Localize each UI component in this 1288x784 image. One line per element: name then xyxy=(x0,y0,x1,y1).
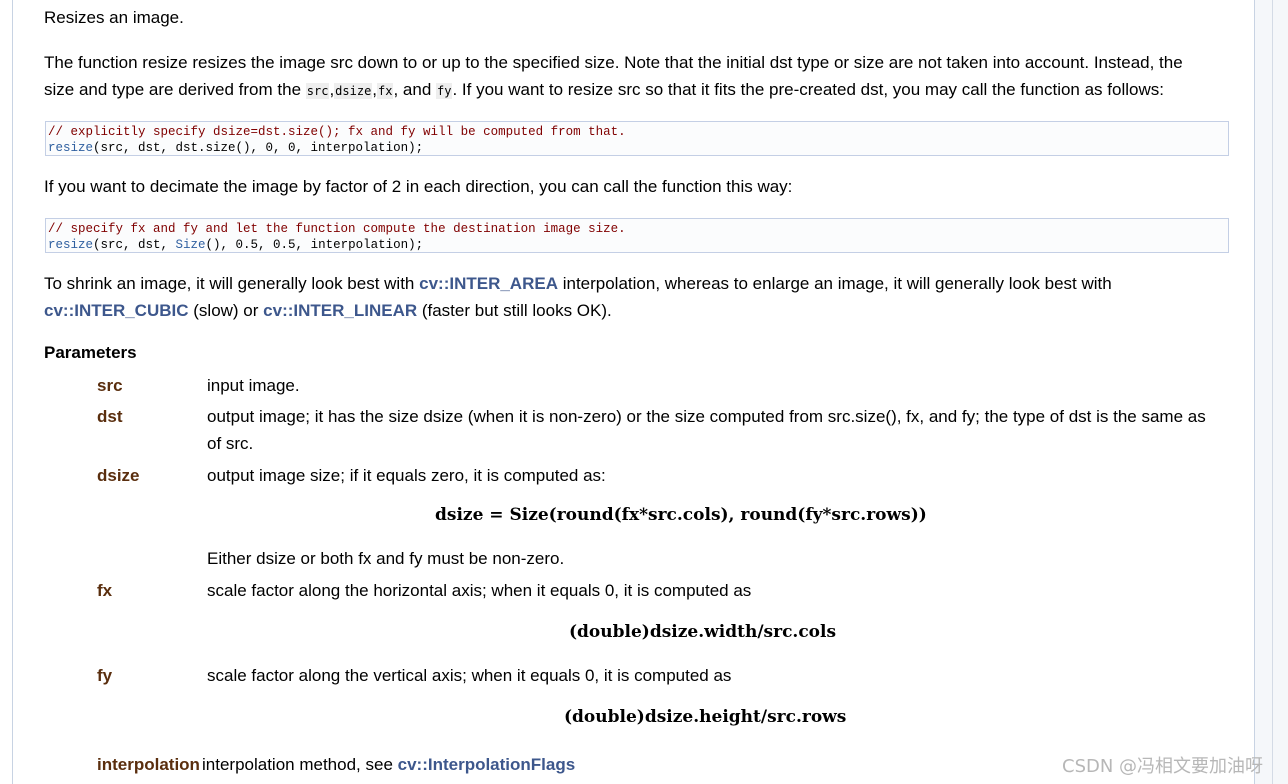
param-desc-fx: scale factor along the horizontal axis; … xyxy=(207,581,752,600)
code-text: (), 0.5, 0.5, interpolation); xyxy=(205,238,424,252)
text-span: (faster but still looks OK). xyxy=(417,301,612,320)
code-block: // explicitly specify dsize=dst.size(); … xyxy=(45,121,1229,156)
inter-linear-link[interactable]: cv::INTER_LINEAR xyxy=(263,301,417,320)
param-desc-dsize: output image size; if it equals zero, it… xyxy=(207,466,606,485)
code-comment: // specify fx and fy and let the functio… xyxy=(48,222,626,236)
dsize-formula: dsize = Size(round(fx*src.cols), round(f… xyxy=(435,505,927,525)
inline-code-fy: fy xyxy=(436,83,453,99)
code-line: resize(src, dst, dst.size(), 0, 0, inter… xyxy=(48,140,1228,156)
gutter-divider xyxy=(1272,0,1273,784)
param-desc-dst: output image; it has the size dsize (whe… xyxy=(207,407,1206,426)
fy-formula: (double)dsize.height/src.rows xyxy=(564,707,847,727)
paragraph-line: The function resize resizes the image sr… xyxy=(44,53,1183,72)
size-class-link[interactable]: Size xyxy=(176,238,206,252)
content-left-border xyxy=(12,0,13,784)
text-span: interpolation, whereas to enlarge an ima… xyxy=(557,274,1112,293)
inline-code-src: src xyxy=(305,83,330,99)
param-name-interpolation: interpolation xyxy=(97,755,200,774)
param-note-dsize: Either dsize or both fx and fy must be n… xyxy=(207,549,565,568)
code-text: (src, dst, xyxy=(93,238,176,252)
param-name-src: src xyxy=(97,376,123,395)
code-line: resize(src, dst, Size(), 0.5, 0.5, inter… xyxy=(48,237,1228,253)
watermark: CSDN @冯相文要加油呀 xyxy=(1062,756,1264,777)
text-span: . If you want to resize src so that it f… xyxy=(452,80,1164,99)
param-name-fy: fy xyxy=(97,666,113,685)
resize-function-link[interactable]: resize xyxy=(48,238,93,252)
param-desc-interpolation: interpolation method, see cv::Interpolat… xyxy=(202,751,575,778)
inter-cubic-link[interactable]: cv::INTER_CUBIC xyxy=(44,301,189,320)
paragraph-line: cv::INTER_CUBIC (slow) or cv::INTER_LINE… xyxy=(44,297,612,324)
paragraph: If you want to decimate the image by fac… xyxy=(44,177,793,196)
text-span: To shrink an image, it will generally lo… xyxy=(44,274,420,293)
fx-formula: (double)dsize.width/src.cols xyxy=(569,622,837,642)
param-desc-dst-cont: of src. xyxy=(207,434,254,453)
brief-description: Resizes an image. xyxy=(44,8,184,27)
paragraph-line: To shrink an image, it will generally lo… xyxy=(44,270,1112,297)
param-name-dsize: dsize xyxy=(97,466,140,485)
code-comment: // explicitly specify dsize=dst.size(); … xyxy=(48,125,626,139)
paragraph-line: size and type are derived from the src,d… xyxy=(44,76,1164,105)
text-span: (slow) or xyxy=(188,301,264,320)
text-span: interpolation method, see xyxy=(202,755,398,774)
param-desc-src: input image. xyxy=(207,376,300,395)
code-text: (src, dst, dst.size(), 0, 0, interpolati… xyxy=(93,141,424,155)
text-span: size and type are derived from the xyxy=(44,80,306,99)
inline-code-fx: fx xyxy=(377,83,394,99)
text-span: , and xyxy=(393,80,437,99)
interpolation-flags-link[interactable]: cv::InterpolationFlags xyxy=(398,755,576,774)
param-name-dst: dst xyxy=(97,407,123,426)
param-name-fx: fx xyxy=(97,581,113,600)
resize-function-link[interactable]: resize xyxy=(48,141,93,155)
code-block: // specify fx and fy and let the functio… xyxy=(45,218,1229,253)
inline-code-dsize: dsize xyxy=(334,83,373,99)
parameters-heading: Parameters xyxy=(44,343,137,362)
param-desc-fy: scale factor along the vertical axis; wh… xyxy=(207,666,732,685)
inter-area-link[interactable]: cv::INTER_AREA xyxy=(419,274,558,293)
